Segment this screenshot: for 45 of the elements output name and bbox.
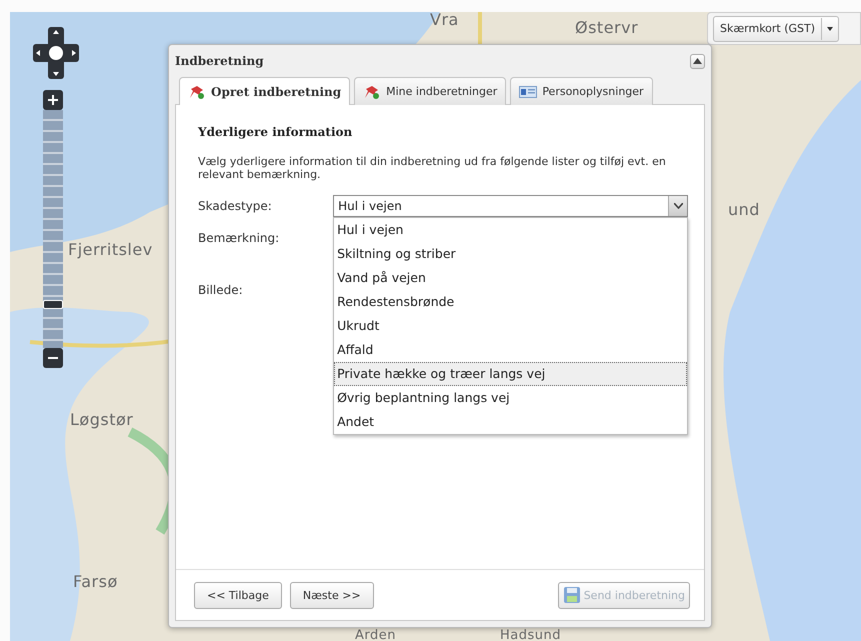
dropdown-option[interactable]: Andet — [334, 410, 688, 434]
zoom-out-button[interactable] — [43, 348, 63, 368]
pin-icon — [363, 84, 382, 100]
map-place-label: Arden — [355, 628, 396, 641]
triangle-icon — [693, 58, 702, 64]
dialog-title: Indberetning — [175, 54, 264, 68]
map-place-label: und — [728, 200, 760, 219]
map-place-label: Østervr — [575, 18, 638, 37]
minus-icon — [48, 356, 58, 360]
map-place-label: Hadsund — [500, 628, 561, 641]
description-text: Vælg yderligere information til din indberetning ud fra følgende lister og tilføj evt. en relevant bemærkning. — [198, 155, 667, 181]
tab[interactable]: Mine indberetninger — [354, 77, 506, 105]
map-place-label: Farsø — [73, 572, 118, 591]
zoom-slider-handle[interactable] — [43, 300, 63, 310]
section-heading: Yderligere information — [198, 125, 354, 139]
zoom-slider[interactable] — [43, 110, 63, 348]
dropdown-option[interactable]: Skiltning og striber — [334, 242, 688, 266]
dropdown-button[interactable] — [668, 196, 687, 216]
map-place-label: Løgstør — [70, 410, 134, 429]
tab[interactable]: Opret indberetning — [179, 77, 350, 105]
next-button[interactable]: Næste >> — [290, 582, 374, 608]
dropdown-option[interactable]: Private hække og træer langs vej — [334, 362, 688, 386]
map-place-label: Vra — [430, 12, 459, 29]
field-label: Billede: — [198, 282, 244, 297]
pin-icon — [188, 84, 206, 100]
dropdown-option[interactable]: Hul i vejen — [334, 218, 688, 242]
dropdown-option[interactable]: Øvrig beplantning langs vej — [334, 386, 688, 410]
zoom-in-button[interactable] — [43, 90, 63, 110]
chevron-icon — [674, 203, 682, 209]
layer-dropdown[interactable]: Skærmkort (GST) — [713, 16, 840, 42]
map-place-label: Fjerritslev — [68, 240, 153, 259]
id-card-icon — [519, 86, 538, 98]
plus-icon — [48, 95, 58, 105]
tab[interactable]: Personoplysninger — [510, 77, 653, 105]
back-button[interactable]: << Tilbage — [194, 582, 282, 608]
dropdown-option[interactable]: Rendestensbrønde — [334, 290, 688, 314]
damage-type-select[interactable]: Hul i vejen — [333, 195, 688, 217]
dropdown-option[interactable]: Ukrudt — [334, 314, 688, 338]
dropdown-option[interactable]: Vand på vejen — [334, 266, 688, 290]
field-label: Skadestype: — [198, 198, 273, 213]
dropdown-option[interactable]: Affald — [334, 338, 688, 362]
collapse-button[interactable] — [690, 54, 705, 68]
field-label: Bemærkning: — [198, 230, 280, 245]
pan-control[interactable] — [33, 27, 79, 79]
select-value: Hul i vejen — [338, 199, 402, 213]
